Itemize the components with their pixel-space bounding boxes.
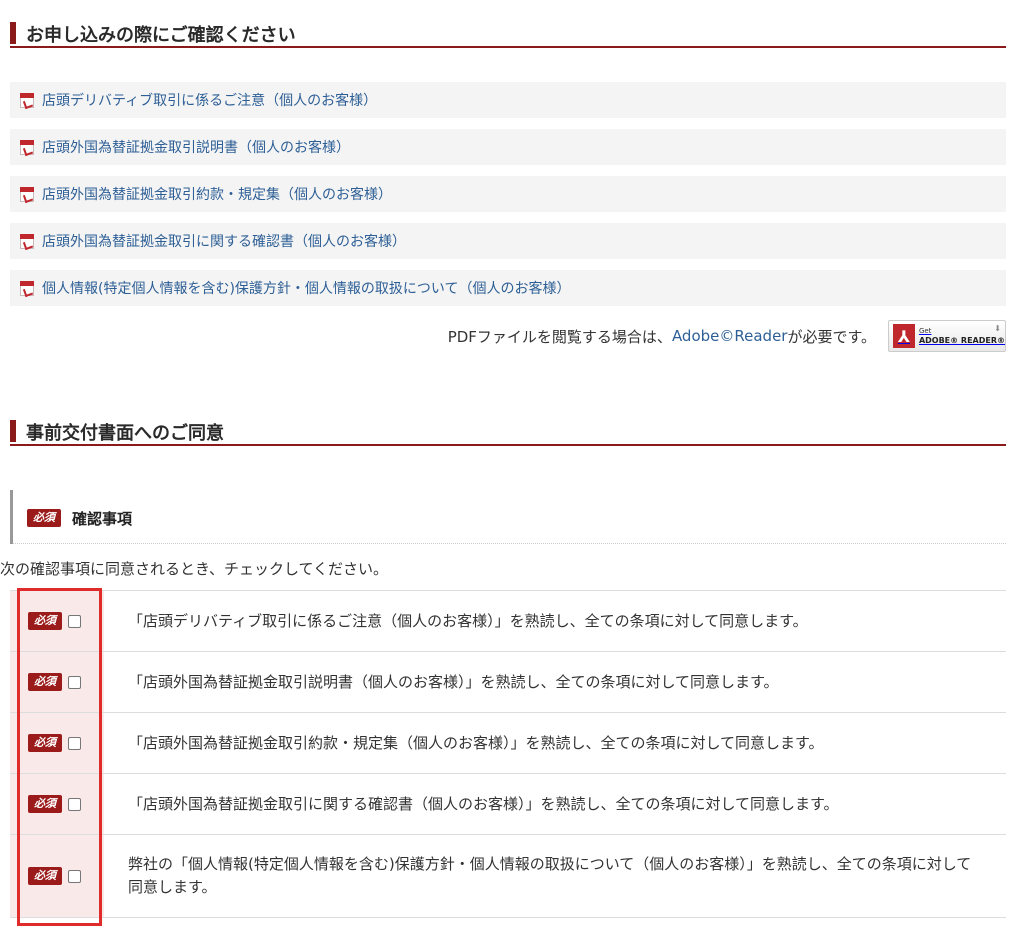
pdf-list-item: 店頭外国為替証拠金取引説明書（個人のお客様）: [10, 129, 1006, 165]
adobe-note-suffix: が必要です。: [787, 327, 876, 346]
heading-accent-bar: [10, 420, 16, 442]
download-arrow-icon: ⬇: [994, 324, 1001, 333]
agreement-list: 必須 「店頭デリバティブ取引に係るご注意（個人のお客様）」を熟読し、全ての条項に…: [10, 590, 1006, 918]
pdf-file-icon: [20, 139, 34, 155]
required-badge: 必須: [28, 612, 62, 630]
pdf-file-icon: [20, 280, 34, 296]
section-title: 事前交付書面へのご同意: [26, 423, 224, 444]
pdf-file-icon: [20, 186, 34, 202]
confirm-instruction: 次の確認事項に同意されるとき、チェックしてください。: [0, 560, 389, 578]
agreement-text: 「店頭外国為替証拠金取引約款・規定集（個人のお客様）」を熟読し、全ての条項に対し…: [128, 733, 824, 752]
pdf-file-icon: [20, 92, 34, 108]
pdf-list-item: 個人情報(特定個人情報を含む)保護方針・個人情報の取扱について（個人のお客様）: [10, 270, 1006, 306]
agreement-checkbox-4[interactable]: [68, 797, 81, 811]
pdf-file-icon: [20, 233, 34, 249]
agreement-check-cell: 必須: [10, 591, 104, 651]
agreement-checkbox-5[interactable]: [68, 869, 81, 883]
agreement-checkbox-2[interactable]: [68, 675, 81, 689]
confirm-subheading: 必須 確認事項: [10, 490, 1006, 544]
required-badge: 必須: [28, 795, 62, 813]
adobe-badge-get: Get: [918, 326, 932, 335]
pdf-link-list: 店頭デリバティブ取引に係るご注意（個人のお客様） 店頭外国為替証拠金取引説明書（…: [10, 82, 1006, 317]
pdf-list-item: 店頭外国為替証拠金取引約款・規定集（個人のお客様）: [10, 176, 1006, 212]
agreement-text: 「店頭外国為替証拠金取引に関する確認書（個人のお客様）」を熟読し、全ての条項に対…: [128, 794, 839, 813]
agreement-check-cell: 必須: [10, 774, 104, 834]
subheading-left-bar: [10, 490, 13, 544]
agreement-check-cell: 必須: [10, 713, 104, 773]
agreement-checkbox-1[interactable]: [68, 614, 81, 628]
agreement-row: 必須 「店頭外国為替証拠金取引約款・規定集（個人のお客様）」を熟読し、全ての条項…: [10, 712, 1006, 773]
agreement-check-cell: 必須: [10, 652, 104, 712]
adobe-badge-text: Get ADOBE® READER®: [919, 327, 1005, 346]
agreement-text: 「店頭外国為替証拠金取引説明書（個人のお客様）」を熟読し、全ての条項に対して同意…: [128, 672, 779, 691]
agreement-text: 弊社の「個人情報(特定個人情報を含む)保護方針・個人情報の取扱について（個人のお…: [128, 855, 972, 896]
agreement-text: 「店頭デリバティブ取引に係るご注意（個人のお客様）」を熟読し、全ての条項に対して…: [128, 611, 808, 630]
pdf-link-fx-explanation[interactable]: 店頭外国為替証拠金取引説明書（個人のお客様）: [42, 137, 350, 157]
adobe-reader-note: PDFファイルを閲覧する場合は、 Adobe©Reader が必要です。 ⅄ G…: [448, 320, 1006, 352]
adobe-logo-icon: ⅄: [893, 324, 915, 348]
agreement-check-cell: 必須: [10, 835, 104, 917]
adobe-badge-reader: ADOBE® READER®: [918, 335, 1005, 345]
section-heading-confirm-before-apply: お申し込みの際にご確認ください: [10, 8, 1006, 48]
agreement-row: 必須 「店頭デリバティブ取引に係るご注意（個人のお客様）」を熟読し、全ての条項に…: [10, 590, 1006, 651]
required-badge: 必須: [28, 867, 62, 885]
adobe-reader-link[interactable]: Adobe©Reader: [672, 327, 788, 345]
agreement-row: 必須 「店頭外国為替証拠金取引説明書（個人のお客様）」を熟読し、全ての条項に対し…: [10, 651, 1006, 712]
pdf-link-derivatives-notice[interactable]: 店頭デリバティブ取引に係るご注意（個人のお客様）: [42, 90, 377, 110]
pdf-link-fx-confirmation[interactable]: 店頭外国為替証拠金取引に関する確認書（個人のお客様）: [42, 231, 406, 251]
section-heading-pre-delivery-consent: 事前交付書面へのご同意: [10, 406, 1006, 446]
section-title: お申し込みの際にご確認ください: [26, 25, 296, 46]
pdf-link-privacy-policy[interactable]: 個人情報(特定個人情報を含む)保護方針・個人情報の取扱について（個人のお客様）: [42, 278, 571, 298]
pdf-list-item: 店頭デリバティブ取引に係るご注意（個人のお客様）: [10, 82, 1006, 118]
agreement-checkbox-3[interactable]: [68, 736, 81, 750]
pdf-list-item: 店頭外国為替証拠金取引に関する確認書（個人のお客様）: [10, 223, 1006, 259]
required-badge: 必須: [28, 734, 62, 752]
confirm-title: 確認事項: [72, 510, 133, 528]
get-adobe-reader-button[interactable]: ⅄ Get ADOBE® READER® ⬇: [888, 320, 1006, 352]
pdf-link-fx-terms[interactable]: 店頭外国為替証拠金取引約款・規定集（個人のお客様）: [42, 184, 392, 204]
heading-accent-bar: [10, 22, 16, 44]
agreement-row: 必須 弊社の「個人情報(特定個人情報を含む)保護方針・個人情報の取扱について（個…: [10, 834, 1006, 918]
required-badge: 必須: [27, 509, 61, 527]
required-badge: 必須: [28, 673, 62, 691]
agreement-row: 必須 「店頭外国為替証拠金取引に関する確認書（個人のお客様）」を熟読し、全ての条…: [10, 773, 1006, 834]
adobe-note-prefix: PDFファイルを閲覧する場合は、: [447, 327, 672, 346]
